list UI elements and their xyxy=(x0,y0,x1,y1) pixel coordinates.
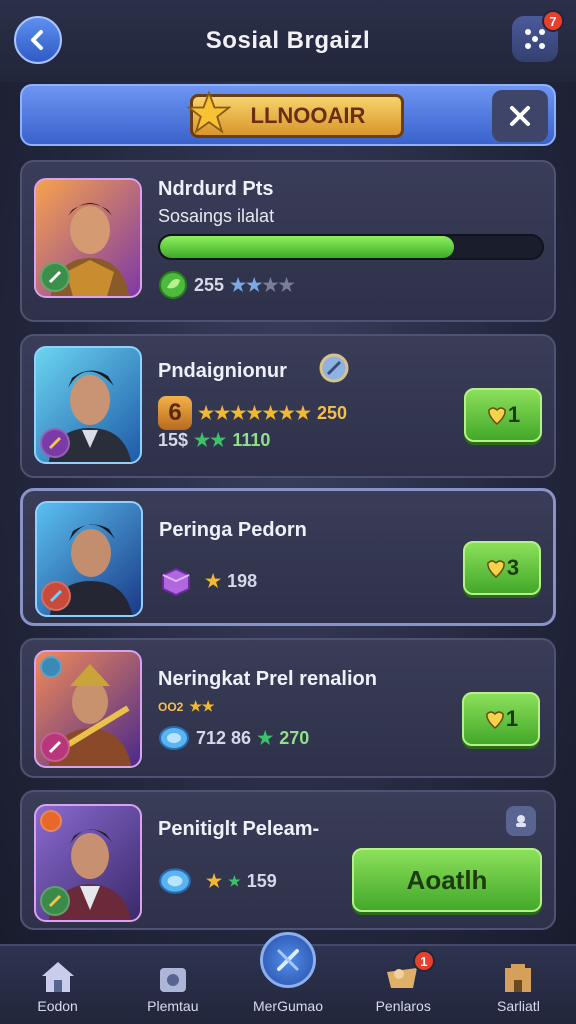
gem-chest-icon xyxy=(162,567,190,597)
rank-number: 6 xyxy=(158,396,192,430)
guild-emblem-icon xyxy=(319,353,349,383)
score-value: 250 xyxy=(316,402,348,423)
page-title: Sosial Brgaizl xyxy=(205,27,371,54)
top-bar: Sosial Brgaizl 7 xyxy=(0,0,576,82)
player-card[interactable]: Neringkat Prel renalion OO2 ★★ 712 86 ★ … xyxy=(20,638,556,778)
player-name: Pndaignionur xyxy=(158,360,287,382)
nav-label: MerGumao xyxy=(252,998,324,1014)
nav-item-home[interactable]: Eodon xyxy=(0,946,115,1024)
small-stars: ★★ xyxy=(189,698,215,714)
avatar xyxy=(34,650,142,768)
alert-badge-icon xyxy=(40,810,62,832)
green-star: ★ xyxy=(228,872,241,889)
player-card[interactable]: Peringa Pedorn ★ 198 3 xyxy=(20,488,556,626)
nav-label: Sarliatl xyxy=(497,998,540,1014)
star-icon: ★ xyxy=(205,570,222,591)
stat-row: ★ ★ 159 xyxy=(158,866,277,896)
claim-button[interactable]: 1 xyxy=(462,692,540,746)
stat-row: ★ 198 xyxy=(159,565,257,597)
player-name: Ndrdurd Pts xyxy=(158,178,274,200)
dots-grid-icon xyxy=(525,29,545,49)
claim-button-label: 3 xyxy=(506,555,520,580)
progress-bar xyxy=(158,234,544,260)
chevron-left-icon xyxy=(31,30,43,50)
class-badge-icon xyxy=(41,581,71,611)
stat-b: 1110 xyxy=(232,430,271,450)
shield-heart-icon xyxy=(487,560,505,579)
nav-item-settings[interactable]: Sarliatl xyxy=(461,946,576,1024)
bag-icon xyxy=(159,968,186,992)
shield-heart-icon xyxy=(488,407,506,426)
stat-row: 712 86 ★ 270 xyxy=(158,724,309,752)
action-button[interactable]: Aoatlh xyxy=(352,848,542,912)
leaf-coin-icon xyxy=(159,271,187,299)
nav-label: Penlaros xyxy=(375,998,431,1014)
rank-row: 6 ★★★★★★★ 250 xyxy=(158,396,347,430)
rank-badge-icon xyxy=(40,656,62,678)
player-card[interactable]: Penitiglt Peleam- ★ ★ 159 Aoatlh xyxy=(20,790,556,930)
nav-badge: 1 xyxy=(412,950,435,972)
event-banner: LLNOOAIR xyxy=(20,84,556,146)
green-stars: ★★ xyxy=(194,430,227,450)
action-button-label: Aoatlh xyxy=(406,864,488,895)
class-badge-icon xyxy=(40,262,70,292)
shield-heart-icon xyxy=(486,711,504,730)
stat-row: 15$ ★★ 1110 xyxy=(158,430,270,451)
rating-stars: ★★★★ xyxy=(230,274,295,295)
nav-label: Plemtau xyxy=(147,998,199,1014)
nav-item-friends[interactable]: 1 Penlaros xyxy=(346,946,461,1024)
player-card[interactable]: Pndaignionur 6 ★★★★★★★ 250 15$ ★★ 1110 1 xyxy=(20,334,556,478)
claim-button-label: 1 xyxy=(507,402,521,427)
claim-button[interactable]: 1 xyxy=(464,388,542,442)
banner-title: LLNOOAIR xyxy=(250,103,366,128)
star-icon: ★ xyxy=(206,870,223,891)
blue-coin-icon xyxy=(159,726,189,750)
stat-b: 270 xyxy=(279,727,310,748)
sword-icon xyxy=(260,932,316,988)
house-icon xyxy=(41,962,74,992)
nav-item-battle[interactable]: MerGumao xyxy=(230,932,345,1024)
close-button[interactable] xyxy=(492,90,548,142)
green-star: ★ xyxy=(257,727,274,748)
claim-button-label: 1 xyxy=(505,706,519,731)
class-badge-icon xyxy=(40,886,70,916)
blue-coin-icon xyxy=(159,868,191,894)
avatar xyxy=(34,804,142,922)
player-card[interactable]: Ndrdurd Pts Sosaings ilalat 255 ★★★★ xyxy=(20,160,556,322)
nav-item-shop[interactable]: Plemtau xyxy=(115,946,230,1024)
mini-row: OO2 ★★ xyxy=(158,698,214,715)
avatar xyxy=(34,346,142,464)
close-icon xyxy=(510,106,530,126)
menu-button[interactable]: 7 xyxy=(512,10,564,62)
stat-value: 255 xyxy=(194,274,225,295)
stat-row: 255 ★★★★ xyxy=(158,270,295,300)
class-badge-icon xyxy=(40,732,70,762)
player-subtitle: Sosaings ilalat xyxy=(158,206,275,226)
notification-badge: 7 xyxy=(542,10,564,32)
player-name: Neringkat Prel renalion xyxy=(158,668,377,690)
player-name: Peringa Pedorn xyxy=(159,519,307,541)
banner-badge: LLNOOAIR xyxy=(187,91,404,138)
bottom-nav: Eodon Plemtau MerGumao 1 Penlaros Sarlia… xyxy=(0,932,576,1024)
castle-icon xyxy=(505,964,532,992)
stat-value: 159 xyxy=(246,870,277,891)
player-name: Penitiglt Peleam- xyxy=(158,818,320,840)
avatar xyxy=(34,178,142,298)
nav-label: Eodon xyxy=(37,998,78,1014)
progress-fill xyxy=(160,236,455,258)
small-text: OO2 xyxy=(158,699,184,714)
class-badge-icon xyxy=(40,428,70,458)
chat-icon[interactable] xyxy=(506,806,536,836)
avatar xyxy=(35,501,143,617)
stat-value: 198 xyxy=(227,570,258,591)
claim-button[interactable]: 3 xyxy=(463,541,541,595)
stat-a: 15$ xyxy=(158,430,189,450)
stat-a: 712 86 xyxy=(196,727,252,748)
star-icon xyxy=(187,91,231,134)
back-button[interactable] xyxy=(14,16,62,64)
rating-stars: ★★★★★★★ xyxy=(198,402,311,423)
